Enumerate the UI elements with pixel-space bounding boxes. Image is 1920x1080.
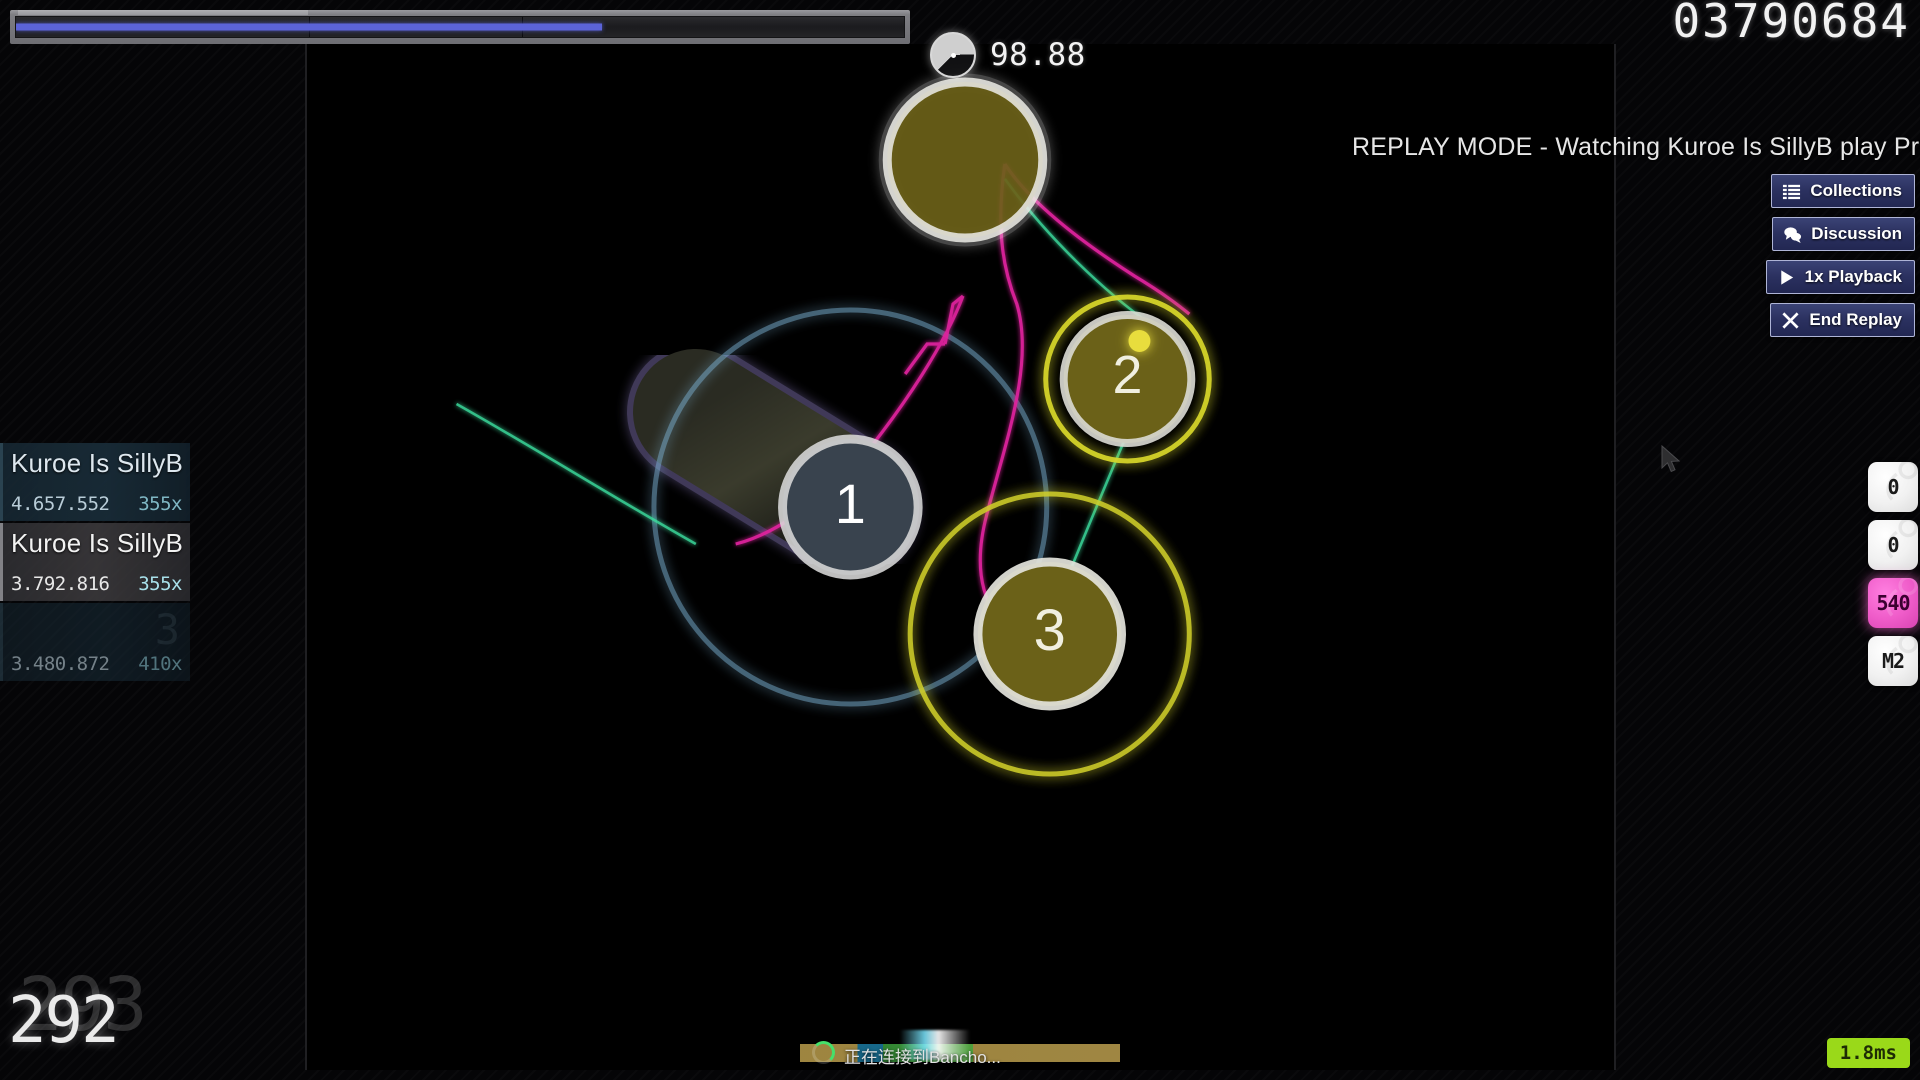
pie-progress-icon xyxy=(930,32,976,78)
leaderboard-score: 4.657.552 xyxy=(11,493,110,515)
key-counter-label: 540 xyxy=(1876,591,1910,615)
discussion-button[interactable]: Discussion xyxy=(1772,217,1915,251)
score-display: 03790684 xyxy=(1672,0,1910,48)
play-icon xyxy=(1780,269,1793,285)
leaderboard-combo: 355x xyxy=(138,493,182,515)
close-x-icon xyxy=(1782,311,1799,329)
leaderboard-combo: 355x xyxy=(138,573,182,595)
notification-bar: 正在连接到Bancho... xyxy=(800,1030,1120,1067)
key-counter-label: 0 xyxy=(1887,475,1899,499)
end-replay-button[interactable]: End Replay xyxy=(1770,303,1915,337)
key-counter-k1[interactable]: 0 xyxy=(1868,462,1918,512)
latency-badge: 1.8ms xyxy=(1826,1038,1910,1068)
combo-value: 292 xyxy=(8,984,120,1058)
collections-button-label: Collections xyxy=(1810,181,1902,200)
osu-game-window: 2 3 1 03790684 98.88 REPLAY MODE - Watch… xyxy=(0,0,1920,1080)
leaderboard-player-name: Kuroe Is SillyB xyxy=(11,448,184,478)
leaderboard-entry-current[interactable]: Kuroe Is SillyB 3.792.816 355x xyxy=(0,523,190,601)
key-counter-m2[interactable]: M2 xyxy=(1868,636,1918,686)
hit-number-1: 1 xyxy=(835,472,866,535)
playfield-inner: 2 3 1 xyxy=(307,44,1614,1070)
playfield-canvas: 2 3 1 xyxy=(455,73,1212,777)
leaderboard-entry[interactable]: 3.480.872 410x 3 xyxy=(0,603,190,681)
leaderboard-rank: 3 xyxy=(154,605,180,654)
key-counter-m1[interactable]: 540 xyxy=(1868,578,1918,628)
list-icon xyxy=(1783,184,1801,199)
leaderboard: Kuroe Is SillyB 4.657.552 355x Kuroe Is … xyxy=(0,443,190,683)
song-progress-bar[interactable] xyxy=(10,10,910,44)
collections-button[interactable]: Collections xyxy=(1771,174,1915,208)
progress-notch xyxy=(18,10,308,15)
leaderboard-combo: 410x xyxy=(138,653,182,675)
hit-number-2: 2 xyxy=(1113,345,1143,405)
playback-speed-button[interactable]: 1x Playback xyxy=(1765,260,1915,294)
leaderboard-player-name: Kuroe Is SillyB xyxy=(11,528,184,558)
discussion-button-label: Discussion xyxy=(1811,224,1902,243)
notification-text: 正在连接到Bancho... xyxy=(844,1048,1001,1067)
end-replay-label: End Replay xyxy=(1809,310,1902,329)
key-counter-label: M2 xyxy=(1881,649,1905,673)
playfield: 2 3 1 xyxy=(305,44,1616,1070)
key-counter-k2[interactable]: 0 xyxy=(1868,520,1918,570)
leaderboard-entry[interactable]: Kuroe Is SillyB 4.657.552 355x xyxy=(0,443,190,521)
key-overlay: 0 0 540 M2 xyxy=(1868,462,1918,686)
hit-number-3: 3 xyxy=(1034,599,1066,663)
replay-controls-panel: Collections Discussion 1x Playback End R… xyxy=(1765,174,1915,337)
leaderboard-score: 3.792.816 xyxy=(11,573,110,595)
accuracy-display: 98.88 xyxy=(930,32,1086,78)
loading-spinner-icon xyxy=(812,1041,835,1064)
accuracy-value: 98.88 xyxy=(990,37,1086,73)
playback-speed-label: 1x Playback xyxy=(1804,267,1902,286)
hit-circle-top xyxy=(878,73,1052,247)
replay-mode-banner: REPLAY MODE - Watching Kuroe Is SillyB p… xyxy=(1352,133,1920,161)
leaderboard-score: 3.480.872 xyxy=(11,653,110,675)
mouse-pointer-icon xyxy=(1661,445,1681,473)
progress-fill xyxy=(16,23,603,31)
speech-bubbles-icon xyxy=(1784,226,1802,243)
progress-divider xyxy=(904,17,905,37)
key-counter-label: 0 xyxy=(1887,533,1899,557)
progress-track xyxy=(15,16,905,38)
